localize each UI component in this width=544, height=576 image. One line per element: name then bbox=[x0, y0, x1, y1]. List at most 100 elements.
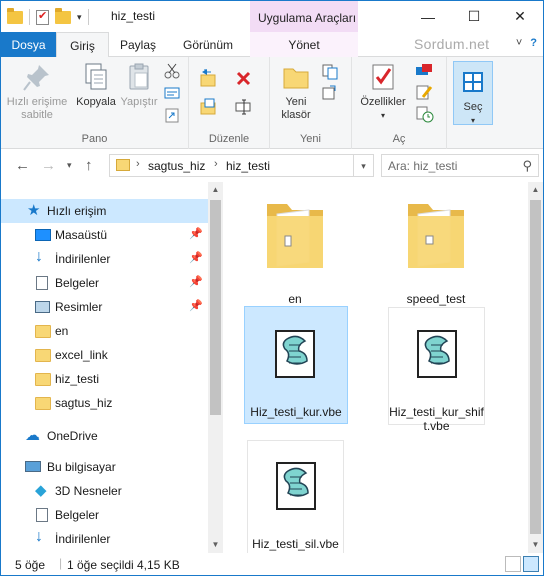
new-item-icon[interactable] bbox=[320, 63, 338, 80]
pictures-icon bbox=[35, 301, 50, 313]
scroll-up-icon[interactable]: ▲ bbox=[208, 182, 223, 198]
properties-icon bbox=[367, 61, 399, 93]
back-arrow-icon[interactable]: ← bbox=[15, 157, 30, 174]
file-item-folder[interactable]: en bbox=[245, 186, 345, 306]
file-item-script[interactable]: Hiz_testi_kur_shif t.vbe bbox=[388, 307, 485, 433]
file-item-folder[interactable]: speed_test bbox=[386, 186, 486, 306]
details-view-icon[interactable] bbox=[505, 556, 521, 572]
pin-icon[interactable]: 📌 bbox=[189, 227, 203, 240]
nav-scrollbar[interactable]: ▲ ▼ bbox=[208, 182, 223, 553]
easy-access-icon[interactable] bbox=[320, 85, 338, 101]
recent-locations-icon[interactable]: ▾ bbox=[67, 160, 72, 171]
nav-item-label: İndirilenler bbox=[55, 252, 111, 266]
nav-item-label: excel_link bbox=[55, 348, 108, 362]
minimize-button[interactable]: — bbox=[405, 1, 451, 32]
up-arrow-icon[interactable]: ↑ bbox=[85, 157, 93, 174]
navigation-bar: ← → ▾ ↑ › sagtus_hiz › hiz_testi ▾ ⚲ bbox=[1, 149, 543, 182]
search-input[interactable] bbox=[388, 156, 518, 176]
rename-icon[interactable] bbox=[234, 97, 252, 115]
nav-item-excel-link[interactable]: excel_link bbox=[1, 343, 208, 367]
tab-file[interactable]: Dosya bbox=[1, 32, 56, 57]
nav-item-desktop[interactable]: Masaüstü 📌 bbox=[1, 223, 208, 247]
file-name-line2: t.vbe bbox=[423, 419, 450, 433]
scroll-thumb[interactable] bbox=[210, 200, 221, 415]
nav-this-pc[interactable]: Bu bilgisayar bbox=[1, 455, 208, 479]
paste-button[interactable]: Yapıştır bbox=[119, 61, 159, 109]
file-item-script[interactable]: Hiz_testi_sil.vbe bbox=[247, 440, 344, 554]
qat-dropdown-icon[interactable]: ▾ bbox=[77, 12, 82, 23]
nav-item-pictures[interactable]: Resimler 📌 bbox=[1, 295, 208, 319]
paste-shortcut-icon[interactable] bbox=[163, 107, 181, 123]
content-scrollbar[interactable]: ▲ ▼ bbox=[528, 182, 543, 553]
nav-quick-access[interactable]: ★ Hızlı erişim bbox=[1, 199, 208, 223]
paste-icon bbox=[123, 61, 155, 93]
file-name: speed_test bbox=[406, 292, 466, 306]
address-bar[interactable]: › sagtus_hiz › hiz_testi bbox=[109, 154, 354, 177]
properties-button[interactable]: Özellikler ▾ bbox=[356, 61, 410, 122]
tab-manage[interactable]: Yönet bbox=[250, 32, 358, 57]
tab-share[interactable]: Paylaş bbox=[113, 32, 163, 57]
nav-this-pc-label: Bu bilgisayar bbox=[47, 460, 116, 474]
nav-item-hiz-testi[interactable]: hiz_testi bbox=[1, 367, 208, 391]
tab-home[interactable]: Giriş bbox=[56, 32, 109, 58]
tab-view[interactable]: Görünüm bbox=[173, 32, 243, 57]
group-pano: Hızlı erişime sabitle Kopyala Yapıştır P… bbox=[1, 57, 189, 149]
close-button[interactable]: ✕ bbox=[497, 1, 543, 32]
scroll-down-icon[interactable]: ▼ bbox=[528, 537, 543, 553]
history-icon[interactable] bbox=[414, 105, 434, 123]
nav-pc-3d-objects[interactable]: ◆ 3D Nesneler bbox=[1, 479, 208, 503]
vbscript-icon bbox=[275, 330, 315, 378]
search-icon[interactable]: ⚲ bbox=[522, 158, 532, 174]
edit-icon[interactable] bbox=[414, 83, 433, 100]
forward-arrow-icon[interactable]: → bbox=[41, 157, 56, 174]
copy-path-icon[interactable] bbox=[163, 85, 181, 101]
open-icon[interactable] bbox=[414, 61, 432, 77]
address-dropdown-icon[interactable]: ▾ bbox=[354, 154, 374, 177]
nav-pc-documents[interactable]: Belgeler bbox=[1, 503, 208, 527]
select-button[interactable]: Seç ▾ bbox=[453, 61, 493, 125]
scroll-up-icon[interactable]: ▲ bbox=[528, 182, 543, 198]
help-icon[interactable]: ? bbox=[530, 37, 537, 49]
explorer-window: ▾ Uygulama Araçları hiz_testi — ☐ ✕ Dosy… bbox=[0, 0, 544, 576]
divider bbox=[29, 9, 30, 25]
file-name-line1: Hiz_testi_kur_shif bbox=[389, 405, 484, 419]
breadcrumb-separator-icon[interactable]: › bbox=[136, 158, 140, 170]
copy-button[interactable]: Kopyala bbox=[73, 61, 119, 109]
window-title: hiz_testi bbox=[111, 9, 156, 23]
nav-item-downloads[interactable]: ↓ İndirilenler 📌 bbox=[1, 247, 208, 271]
nav-item-documents[interactable]: Belgeler 📌 bbox=[1, 271, 208, 295]
copy-to-icon[interactable] bbox=[199, 97, 217, 115]
nav-item-sagtus-hiz[interactable]: sagtus_hiz bbox=[1, 391, 208, 415]
large-icons-view-icon[interactable] bbox=[523, 556, 539, 572]
new-folder-button[interactable]: Yeni klasör bbox=[276, 61, 316, 122]
folder-icon bbox=[408, 204, 464, 268]
nav-item-label: Masaüstü bbox=[55, 228, 108, 242]
select-dropdown-icon[interactable]: ▾ bbox=[454, 114, 492, 127]
cut-icon[interactable] bbox=[163, 63, 181, 79]
move-to-icon[interactable] bbox=[199, 69, 217, 87]
collapse-ribbon-icon[interactable]: ˅ bbox=[516, 37, 522, 49]
brand-watermark: Sordum.net bbox=[414, 36, 490, 52]
nav-item-en[interactable]: en bbox=[1, 319, 208, 343]
nav-item-label: Belgeler bbox=[55, 508, 100, 522]
scroll-down-icon[interactable]: ▼ bbox=[208, 537, 223, 553]
breadcrumb-item[interactable]: hiz_testi bbox=[226, 159, 270, 173]
nav-pc-downloads[interactable]: ↓ İndirilenler bbox=[1, 527, 208, 551]
select-grid-icon bbox=[457, 66, 489, 98]
star-icon: ★ bbox=[27, 202, 41, 219]
pin-icon[interactable]: 📌 bbox=[189, 299, 203, 312]
new-folder-qat-icon[interactable] bbox=[55, 7, 71, 24]
properties-qat-icon[interactable] bbox=[36, 9, 49, 25]
pin-icon[interactable]: 📌 bbox=[189, 275, 203, 288]
nav-onedrive[interactable]: ☁ OneDrive bbox=[1, 424, 208, 448]
pin-icon[interactable]: 📌 bbox=[189, 251, 203, 264]
search-box[interactable]: ⚲ bbox=[381, 154, 539, 177]
delete-icon[interactable] bbox=[234, 69, 252, 86]
properties-dropdown-icon[interactable]: ▾ bbox=[356, 109, 410, 122]
maximize-button[interactable]: ☐ bbox=[451, 1, 497, 32]
scroll-thumb[interactable] bbox=[530, 200, 541, 534]
pin-quick-access-button[interactable]: Hızlı erişime sabitle bbox=[5, 61, 69, 122]
file-item-script[interactable]: Hiz_testi_kur.vbe bbox=[244, 306, 348, 424]
breadcrumb-separator-icon[interactable]: › bbox=[214, 158, 218, 170]
breadcrumb-item[interactable]: sagtus_hiz bbox=[148, 159, 205, 173]
